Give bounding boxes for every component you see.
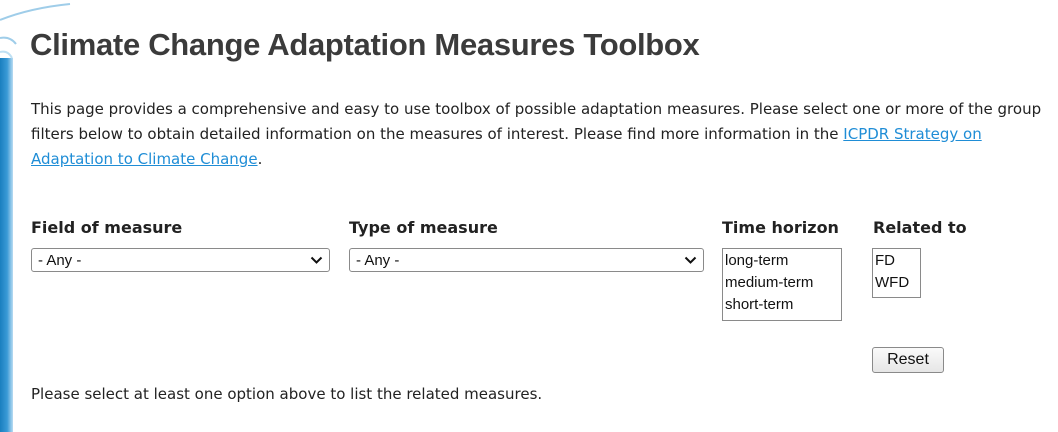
field-of-measure-value: - Any - — [38, 251, 82, 269]
related-to-listbox[interactable]: FD WFD — [872, 248, 921, 298]
time-horizon-listbox[interactable]: long-term medium-term short-term — [722, 248, 842, 321]
time-horizon-label: Time horizon — [722, 218, 839, 237]
decorative-side-bar — [0, 58, 13, 432]
related-to-option[interactable]: WFD — [875, 272, 918, 294]
intro-paragraph: This page provides a comprehensive and e… — [31, 97, 1056, 172]
type-of-measure-value: - Any - — [356, 251, 400, 269]
selection-hint: Please select at least one option above … — [31, 385, 543, 403]
reset-button[interactable]: Reset — [872, 347, 944, 373]
intro-text-end: . — [257, 150, 263, 168]
time-horizon-option[interactable]: medium-term — [725, 272, 839, 294]
chevron-down-icon — [310, 256, 323, 264]
related-to-label: Related to — [873, 218, 967, 237]
chevron-down-icon — [684, 256, 697, 264]
page-title: Climate Change Adaptation Measures Toolb… — [30, 27, 700, 62]
field-of-measure-select[interactable]: - Any - — [31, 248, 330, 272]
time-horizon-option[interactable]: long-term — [725, 250, 839, 272]
type-of-measure-label: Type of measure — [349, 218, 498, 237]
related-to-option[interactable]: FD — [875, 250, 918, 272]
field-of-measure-label: Field of measure — [31, 218, 183, 237]
time-horizon-option[interactable]: short-term — [725, 294, 839, 316]
type-of-measure-select[interactable]: - Any - — [349, 248, 704, 272]
